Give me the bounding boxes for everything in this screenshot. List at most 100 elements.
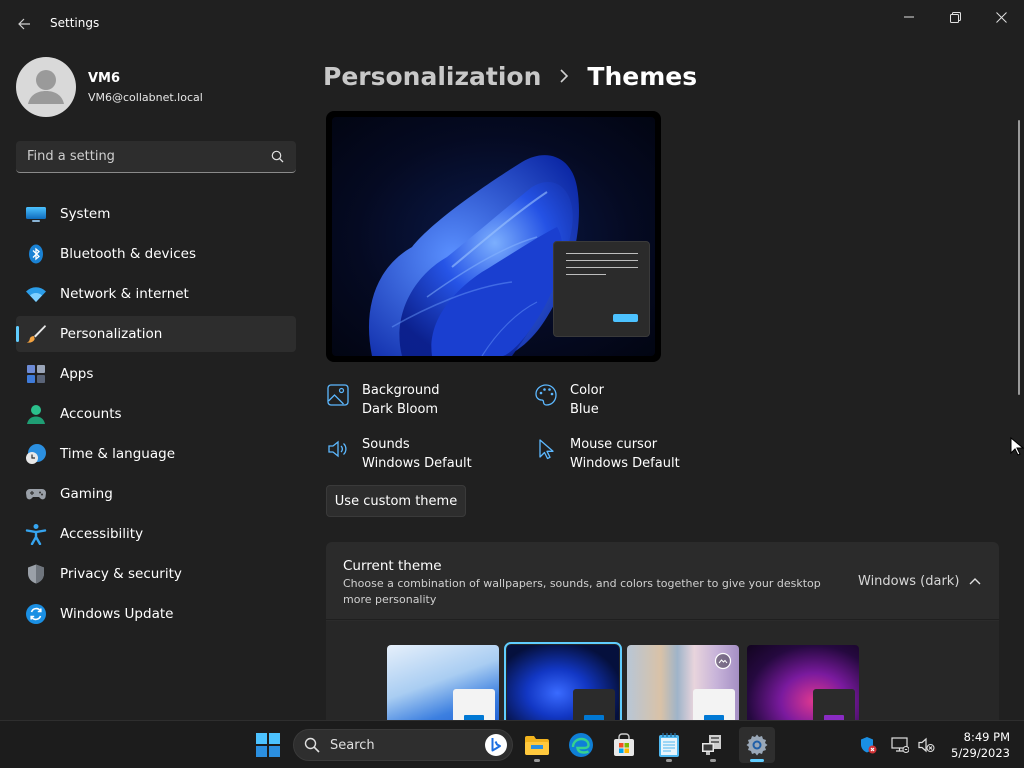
sidebar-item-time-language[interactable]: Time & language (16, 436, 296, 472)
mouse-cursor-label: Mouse cursor (570, 437, 658, 452)
sidebar-nav: System Bluetooth & devices Network & int… (16, 196, 296, 636)
background-value: Dark Bloom (362, 402, 439, 417)
search-icon[interactable] (271, 150, 284, 163)
search-icon (304, 737, 320, 753)
current-theme-header[interactable]: Current theme Choose a combination of wa… (326, 542, 999, 620)
avatar[interactable] (16, 57, 76, 117)
user-name: VM6 (88, 71, 121, 86)
restore-icon (949, 11, 961, 23)
sidebar-item-label: Windows Update (60, 606, 174, 622)
theme-thumbnail-windows-light[interactable] (387, 645, 499, 722)
sidebar-item-privacy[interactable]: Privacy & security (16, 556, 296, 592)
chevron-up-icon[interactable] (966, 572, 984, 590)
theme-thumbnails (326, 621, 999, 722)
sounds-label: Sounds (362, 437, 410, 452)
sidebar-item-personalization[interactable]: Personalization (16, 316, 296, 352)
store-icon (614, 733, 634, 756)
windows-logo-icon (256, 733, 280, 757)
sounds-setting[interactable]: Sounds Windows Default (326, 435, 472, 473)
network-tray-button[interactable] (890, 735, 910, 755)
color-value: Blue (570, 402, 599, 417)
settings-search (16, 141, 296, 173)
microsoft-store-button[interactable] (606, 727, 642, 763)
sidebar-item-accessibility[interactable]: Accessibility (16, 516, 296, 552)
color-setting[interactable]: Color Blue (534, 381, 604, 419)
accessibility-icon (25, 523, 47, 545)
mouse-pointer-icon (1010, 437, 1024, 456)
update-icon (25, 603, 47, 625)
main-scrollbar[interactable] (1018, 120, 1020, 395)
speaker-icon (326, 437, 350, 461)
sidebar-item-label: Accessibility (60, 526, 144, 542)
sidebar-item-network[interactable]: Network & internet (16, 276, 296, 312)
restore-button[interactable] (933, 4, 977, 30)
start-button[interactable] (254, 731, 282, 759)
edge-button[interactable] (563, 727, 599, 763)
minimize-icon (904, 16, 914, 18)
shield-icon (25, 563, 47, 585)
server-computer-icon (702, 735, 721, 755)
theme-thumbnail-glow[interactable] (627, 645, 739, 722)
bing-icon (485, 734, 507, 756)
notepad-button[interactable] (651, 727, 687, 763)
search-input[interactable] (16, 141, 256, 172)
theme-preview (326, 111, 661, 362)
sidebar-item-bluetooth[interactable]: Bluetooth & devices (16, 236, 296, 272)
app-title: Settings (50, 16, 100, 30)
clock-time: 8:49 PM (963, 730, 1010, 744)
sidebar-item-label: Accounts (60, 406, 122, 422)
current-theme-card: Current theme Choose a combination of wa… (326, 542, 999, 722)
breadcrumb-parent[interactable]: Personalization (323, 62, 541, 91)
sidebar-item-apps[interactable]: Apps (16, 356, 296, 392)
accounts-icon (25, 403, 47, 425)
close-icon (995, 11, 1007, 23)
cursor-icon (534, 437, 558, 461)
sidebar-item-label: Gaming (60, 486, 113, 502)
sidebar-item-label: Apps (60, 366, 94, 382)
sidebar-item-label: Network & internet (60, 286, 189, 302)
background-setting[interactable]: Background Dark Bloom (326, 381, 440, 419)
minimize-button[interactable] (887, 4, 931, 30)
defender-shield-alert-icon (861, 737, 877, 754)
sidebar-item-windows-update[interactable]: Windows Update (16, 596, 296, 632)
current-theme-value: Windows (dark) (858, 574, 960, 589)
settings-taskbar-button[interactable] (739, 727, 775, 763)
chevron-right-icon (559, 69, 569, 83)
clock-date: 5/29/2023 (951, 746, 1010, 760)
preview-window-mock (553, 241, 650, 337)
volume-tray-button[interactable] (916, 735, 936, 755)
sidebar-item-accounts[interactable]: Accounts (16, 396, 296, 432)
network-app-button[interactable] (695, 727, 731, 763)
use-custom-theme-button[interactable]: Use custom theme (326, 485, 466, 517)
camera-roll-icon (714, 652, 732, 670)
wifi-icon (25, 283, 47, 305)
back-button[interactable] (12, 12, 36, 36)
sidebar-item-gaming[interactable]: Gaming (16, 476, 296, 512)
sidebar-item-label: System (60, 206, 111, 222)
file-explorer-button[interactable] (519, 727, 555, 763)
color-label: Color (570, 383, 604, 398)
folder-icon (525, 736, 549, 755)
current-theme-title: Current theme (343, 558, 442, 574)
palette-icon (534, 383, 558, 407)
close-button[interactable] (979, 4, 1023, 30)
sidebar-item-label: Bluetooth & devices (60, 246, 197, 262)
theme-thumbnail-captured-motion[interactable] (747, 645, 859, 722)
theme-thumbnail-windows-dark[interactable] (504, 642, 622, 722)
breadcrumb: Personalization Themes (323, 58, 697, 94)
taskbar-clock[interactable]: 8:49 PM 5/29/2023 (944, 729, 1010, 761)
volume-muted-icon (918, 737, 935, 753)
mouse-cursor-setting[interactable]: Mouse cursor Windows Default (534, 435, 680, 473)
gamepad-icon (25, 483, 47, 505)
apps-icon (25, 363, 47, 385)
sidebar-item-system[interactable]: System (16, 196, 296, 232)
taskbar-search[interactable]: Search (293, 729, 513, 761)
network-monitor-icon (891, 737, 909, 753)
edge-icon (569, 733, 593, 757)
brush-icon (25, 323, 47, 345)
sidebar-item-label: Time & language (60, 446, 176, 462)
title-bar: Settings (0, 0, 1024, 48)
back-arrow-icon (18, 18, 30, 30)
security-tray-button[interactable] (858, 735, 878, 755)
wallpaper-preview (332, 117, 655, 356)
